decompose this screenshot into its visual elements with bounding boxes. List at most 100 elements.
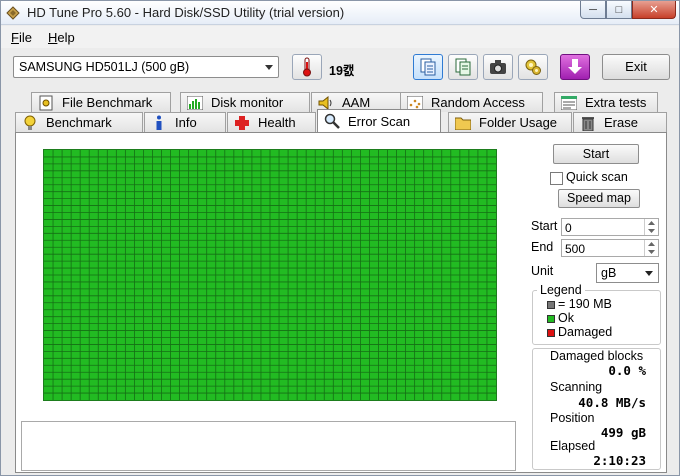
legend-ok-text: Ok [558, 311, 574, 325]
start-button[interactable]: Start [553, 144, 639, 164]
scanning-value: 40.8 MB/s [578, 395, 646, 410]
gears-icon [525, 59, 541, 75]
tab-info[interactable]: Info [144, 112, 226, 132]
tab-label: Error Scan [348, 113, 411, 129]
spin-down-icon[interactable] [644, 248, 658, 256]
extra-tests-icon [561, 95, 577, 111]
scanning-label: Scanning [550, 380, 603, 394]
maximize-icon: □ [615, 3, 623, 16]
chevron-down-icon [265, 65, 273, 70]
folder-icon [455, 115, 471, 131]
exit-button[interactable]: Exit [602, 54, 670, 80]
close-button[interactable]: ✕ [632, 1, 676, 19]
end-spinbox[interactable]: 500 [561, 239, 659, 257]
tab-health[interactable]: Health [227, 112, 316, 132]
download-arrow-icon [568, 59, 582, 74]
start-spinbox[interactable]: 0 [561, 218, 659, 236]
file-benchmark-icon [38, 95, 54, 111]
spin-up-icon[interactable] [644, 240, 658, 248]
trash-icon [580, 115, 596, 131]
menu-help[interactable]: Help [48, 30, 75, 45]
tab-label: Random Access [431, 95, 525, 110]
end-spinbox-value: 500 [565, 242, 586, 256]
tab-label: Benchmark [46, 115, 112, 130]
chevron-down-icon [645, 271, 653, 276]
exit-button-label: Exit [625, 59, 647, 74]
tab-label: Extra tests [585, 95, 647, 110]
legend-damaged: Damaged [547, 325, 612, 339]
lightbulb-icon [22, 115, 38, 131]
speed-map-button-label: Speed map [567, 191, 631, 205]
tab-label: Erase [604, 115, 638, 130]
copy-icon [420, 58, 436, 76]
tab-label: Health [258, 115, 296, 130]
magnifier-icon [324, 113, 340, 129]
position-label: Position [550, 411, 595, 425]
menu-help-label: elp [57, 30, 75, 45]
window-title: HD Tune Pro 5.60 - Hard Disk/SSD Utility… [27, 5, 345, 20]
tab-benchmark[interactable]: Benchmark [15, 112, 143, 132]
copy-info-button[interactable] [413, 54, 443, 80]
scan-log-box[interactable] [21, 421, 516, 471]
tab-label: AAM [342, 95, 371, 110]
damaged-blocks-value: 0.0 % [608, 363, 646, 378]
drive-select-value: SAMSUNG HD501LJ (500 gB) [19, 60, 190, 74]
start-field-label: Start [531, 219, 558, 233]
drive-select[interactable]: SAMSUNG HD501LJ (500 gB) [13, 56, 279, 78]
block-swatch-icon [547, 300, 555, 309]
spin-down-icon[interactable] [644, 227, 658, 235]
position-value: 499 gB [600, 425, 646, 440]
tab-label: Disk monitor [211, 95, 284, 110]
unit-select[interactable]: gB [596, 263, 659, 283]
scan-block-map [43, 149, 497, 401]
damaged-swatch-icon [547, 328, 555, 337]
toolbar: SAMSUNG HD501LJ (500 gB) 19캜 Exit [1, 48, 679, 86]
tab-label: Folder Usage [479, 115, 558, 130]
quick-scan-label: Quick scan [566, 170, 628, 184]
screenshot-button[interactable] [483, 54, 513, 80]
temperature-label: 19캜 [329, 64, 355, 78]
info-icon [151, 115, 167, 131]
copy-all-button[interactable] [448, 54, 478, 80]
unit-select-value: gB [601, 266, 617, 280]
stats-group: Damaged blocks 0.0 % Scanning 40.8 MB/s … [532, 348, 661, 470]
start-button-label: Start [582, 147, 610, 161]
minimize-button[interactable]: ─ [580, 1, 606, 19]
tab-error-scan[interactable]: Error Scan [317, 109, 441, 132]
elapsed-label: Elapsed [550, 439, 596, 453]
damaged-blocks-label: Damaged blocks [550, 349, 644, 363]
menu-file-label: ile [18, 30, 32, 45]
legend-damaged-text: Damaged [558, 325, 613, 339]
speed-map-button[interactable]: Speed map [558, 189, 640, 208]
error-scan-panel: Start Quick scan Speed map Start 0 End 5… [15, 132, 667, 473]
title-bar[interactable]: HD Tune Pro 5.60 - Hard Disk/SSD Utility… [1, 1, 679, 25]
end-field-label: End [531, 240, 554, 254]
camera-icon [490, 60, 506, 74]
menu-bar: File Help [1, 26, 679, 48]
tab-erase[interactable]: Erase [573, 112, 667, 132]
minimize-icon: ─ [589, 3, 597, 16]
menu-help-mnemonic: H [48, 30, 58, 45]
disk-monitor-icon [187, 95, 203, 111]
tab-label: Info [175, 115, 197, 130]
thermometer-icon [303, 57, 311, 77]
spin-up-icon[interactable] [644, 219, 658, 227]
tab-extra-tests[interactable]: Extra tests [554, 92, 658, 112]
quick-scan-checkbox[interactable] [550, 172, 563, 185]
tab-file-benchmark[interactable]: File Benchmark [31, 92, 171, 112]
options-button[interactable] [518, 54, 548, 80]
legend-ok: Ok [547, 311, 574, 325]
ok-swatch-icon [547, 314, 555, 323]
temperature-button[interactable] [292, 54, 322, 80]
maximize-button[interactable]: □ [606, 1, 632, 19]
tab-label: File Benchmark [62, 95, 153, 110]
health-cross-icon [234, 115, 250, 131]
start-spinbox-value: 0 [565, 221, 572, 235]
save-button[interactable] [560, 54, 590, 80]
app-window: HD Tune Pro 5.60 - Hard Disk/SSD Utility… [0, 0, 680, 476]
scan-block-grid [44, 150, 496, 400]
menu-file[interactable]: File [11, 30, 32, 45]
tab-disk-monitor[interactable]: Disk monitor [180, 92, 310, 112]
tab-folder-usage[interactable]: Folder Usage [448, 112, 572, 132]
copy-all-icon [455, 58, 471, 76]
